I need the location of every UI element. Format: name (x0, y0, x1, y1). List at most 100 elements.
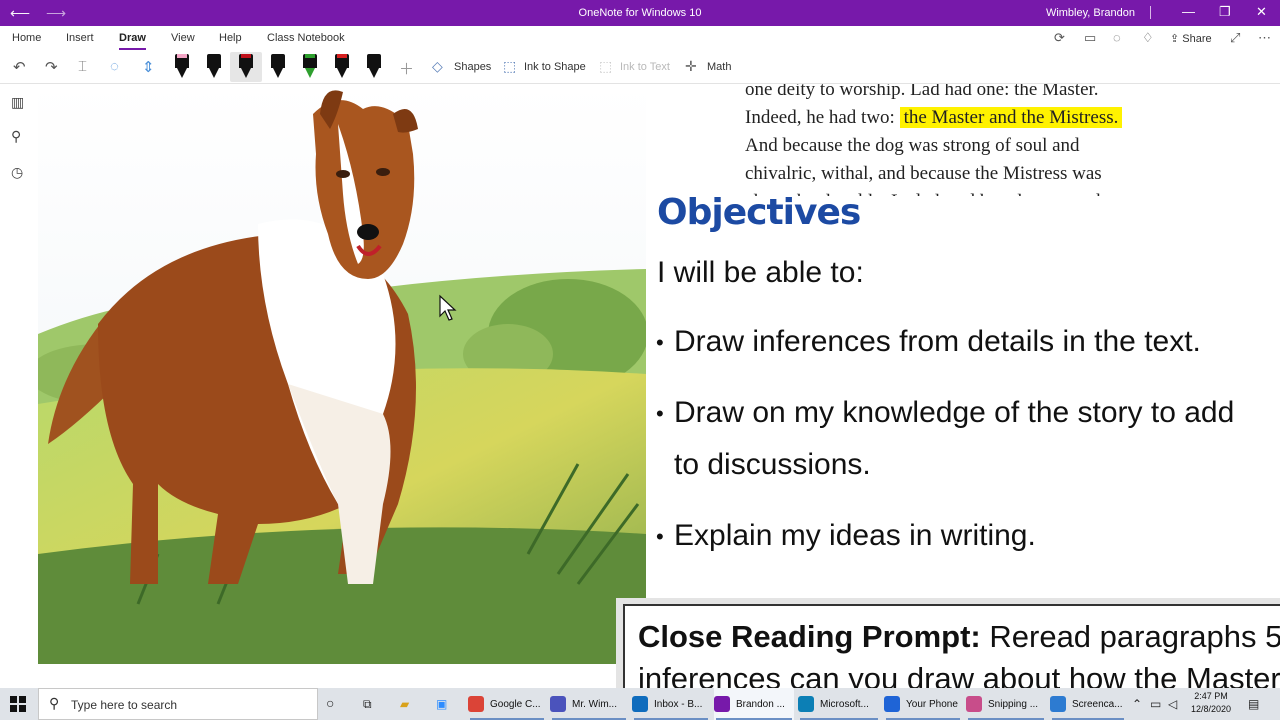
prompt-text: Reread paragraphs 5–7. W (989, 619, 1280, 654)
share-label: Share (1182, 33, 1212, 45)
file-explorer-icon[interactable]: ▰ (400, 697, 409, 711)
taskbar-app-teams[interactable]: Mr. Wim... (550, 688, 628, 720)
cortana-icon[interactable]: ○ (326, 695, 334, 711)
shapes-button[interactable]: Shapes (454, 61, 491, 73)
lightbulb-icon[interactable]: ◌ (1113, 30, 1121, 45)
objective-item: • Draw on my knowledge of the story to ad… (656, 387, 1266, 491)
lasso-select-icon[interactable]: ◌ (110, 58, 119, 75)
objective-text: Explain my ideas in writing. (674, 519, 1036, 552)
snippet-line: chivalric, withal, and because the Mistr… (745, 163, 1102, 184)
pen-5-icon[interactable] (303, 54, 317, 78)
pen-1-icon[interactable] (175, 54, 189, 78)
ink-to-text-button: Ink to Text (620, 61, 670, 73)
outlook-icon (632, 696, 648, 712)
undo-icon[interactable]: ↶ (13, 58, 26, 76)
bullet-icon: • (656, 330, 664, 356)
bell-icon[interactable]: ♢ (1142, 30, 1154, 46)
page-canvas[interactable]: one deity to worship. Lad had one: the M… (38, 84, 1280, 688)
story-snippet: one deity to worship. Lad had one: the M… (745, 84, 1215, 196)
title-separator (1150, 6, 1151, 19)
taskbar-app-label: Screenca... (1072, 698, 1123, 710)
phone-icon (884, 696, 900, 712)
taskbar-app-chrome[interactable]: Google C... (468, 688, 546, 720)
notebooks-icon[interactable]: ▥ (11, 94, 24, 111)
minimize-button[interactable]: — (1182, 4, 1195, 19)
taskbar: ⚲ Type here to search ○ ⧉ ▰ ▣ Google C..… (0, 688, 1280, 720)
draw-toolbar: ↶ ↷ ⌶ ◌ ⇕ ＋ ◇ Shapes ⬚ Ink to Shape ⬚ In… (0, 50, 1280, 84)
tab-help[interactable]: Help (219, 32, 242, 44)
prompt-line-2: inferences can you draw about how the Ma… (638, 661, 1280, 688)
snippet-text: Indeed, he had two: (745, 107, 895, 128)
pen-2-icon[interactable] (207, 54, 221, 78)
pen-6-icon[interactable] (335, 54, 349, 78)
screencast-icon (1050, 696, 1066, 712)
taskbar-app-onenote[interactable]: Brandon ... (714, 688, 794, 720)
objective-item: • Draw inferences from details in the tex… (656, 316, 1266, 369)
ink-to-shape-icon[interactable]: ⬚ (503, 58, 516, 75)
tab-home[interactable]: Home (12, 32, 41, 44)
math-icon[interactable]: ✛ (685, 58, 697, 75)
notifications-icon[interactable]: ▤ (1248, 697, 1259, 711)
tab-view[interactable]: View (171, 32, 195, 44)
taskbar-app-label: Snipping ... (988, 698, 1039, 710)
shapes-icon[interactable]: ◇ (432, 58, 443, 75)
chevron-up-icon[interactable]: ⌃ (1132, 697, 1142, 711)
math-button[interactable]: Math (707, 61, 731, 73)
ink-to-shape-button[interactable]: Ink to Shape (524, 61, 586, 73)
network-icon[interactable]: ▭ (1150, 697, 1161, 711)
type-select-icon[interactable]: ⌶ (78, 58, 87, 75)
windows-start-icon[interactable] (10, 696, 26, 712)
tab-insert[interactable]: Insert (66, 32, 94, 44)
taskbar-app-label: Mr. Wim... (572, 698, 617, 710)
close-reading-prompt: Close Reading Prompt: Reread paragraphs … (623, 604, 1280, 688)
bullet-icon: • (656, 401, 664, 427)
taskbar-app-phone[interactable]: Your Phone (884, 688, 962, 720)
snippet-line: one deity to worship. Lad had one: the M… (745, 84, 1099, 100)
edge-icon (798, 696, 814, 712)
share-button[interactable]: ⇪ Share (1170, 32, 1212, 45)
prompt-line: Close Reading Prompt: Reread paragraphs … (638, 616, 1280, 658)
expand-icon[interactable]: ⤢ (1230, 30, 1240, 46)
task-view-icon[interactable]: ⧉ (363, 697, 372, 712)
search-icon[interactable]: ⚲ (11, 128, 21, 145)
zoom-icon[interactable]: ▣ (436, 697, 447, 711)
add-pen-icon[interactable]: ＋ (399, 58, 414, 79)
highlighted-phrase: the Master and the Mistress. (899, 107, 1123, 128)
objectives-subtitle: I will be able to: (657, 256, 864, 289)
taskbar-search[interactable]: ⚲ Type here to search (38, 688, 318, 720)
sync-icon[interactable]: ⟳ (1054, 30, 1065, 46)
search-icon: ⚲ (49, 695, 60, 711)
taskbar-app-snipping[interactable]: Snipping ... (966, 688, 1046, 720)
taskbar-app-label: Inbox - B... (654, 698, 703, 710)
clock[interactable]: 2:47 PM 12/8/2020 (1186, 690, 1236, 716)
add-space-icon[interactable]: ⇕ (142, 58, 155, 76)
tab-draw[interactable]: Draw (119, 32, 146, 50)
objective-text: Draw on my knowledge of the story to add… (674, 396, 1235, 481)
notebook-icon[interactable]: ▭ (1084, 30, 1096, 46)
collie-illustration (38, 84, 646, 664)
bullet-icon: • (656, 524, 664, 550)
user-name[interactable]: Wimbley, Brandon (1046, 7, 1135, 19)
taskbar-app-outlook[interactable]: Inbox - B... (632, 688, 710, 720)
tab-class-notebook[interactable]: Class Notebook (267, 32, 345, 44)
recent-icon[interactable]: ◷ (11, 164, 23, 181)
pen-3-icon[interactable] (239, 54, 253, 78)
pen-7-icon[interactable] (367, 54, 381, 78)
ink-to-text-icon: ⬚ (599, 58, 613, 74)
close-button[interactable]: ✕ (1256, 4, 1267, 20)
snippet-line: And because the dog was strong of soul a… (745, 135, 1080, 156)
taskbar-app-label: Microsoft... (820, 698, 869, 710)
taskbar-app-edge[interactable]: Microsoft... (798, 688, 880, 720)
redo-icon[interactable]: ↷ (45, 58, 58, 76)
navigation-rail: ▥ ⚲ ◷ (0, 84, 38, 688)
pen-4-icon[interactable] (271, 54, 285, 78)
chrome-icon (468, 696, 484, 712)
taskbar-app-screencast[interactable]: Screenca... (1050, 688, 1126, 720)
more-icon[interactable]: ⋯ (1258, 30, 1271, 46)
volume-icon[interactable]: ◁ (1168, 697, 1177, 711)
taskbar-app-label: Brandon ... (736, 698, 785, 710)
objectives-title: Objectives (657, 192, 861, 233)
taskbar-app-label: Google C... (490, 698, 541, 710)
restore-button[interactable]: ❐ (1219, 4, 1231, 20)
prompt-label: Close Reading Prompt: (638, 619, 981, 654)
